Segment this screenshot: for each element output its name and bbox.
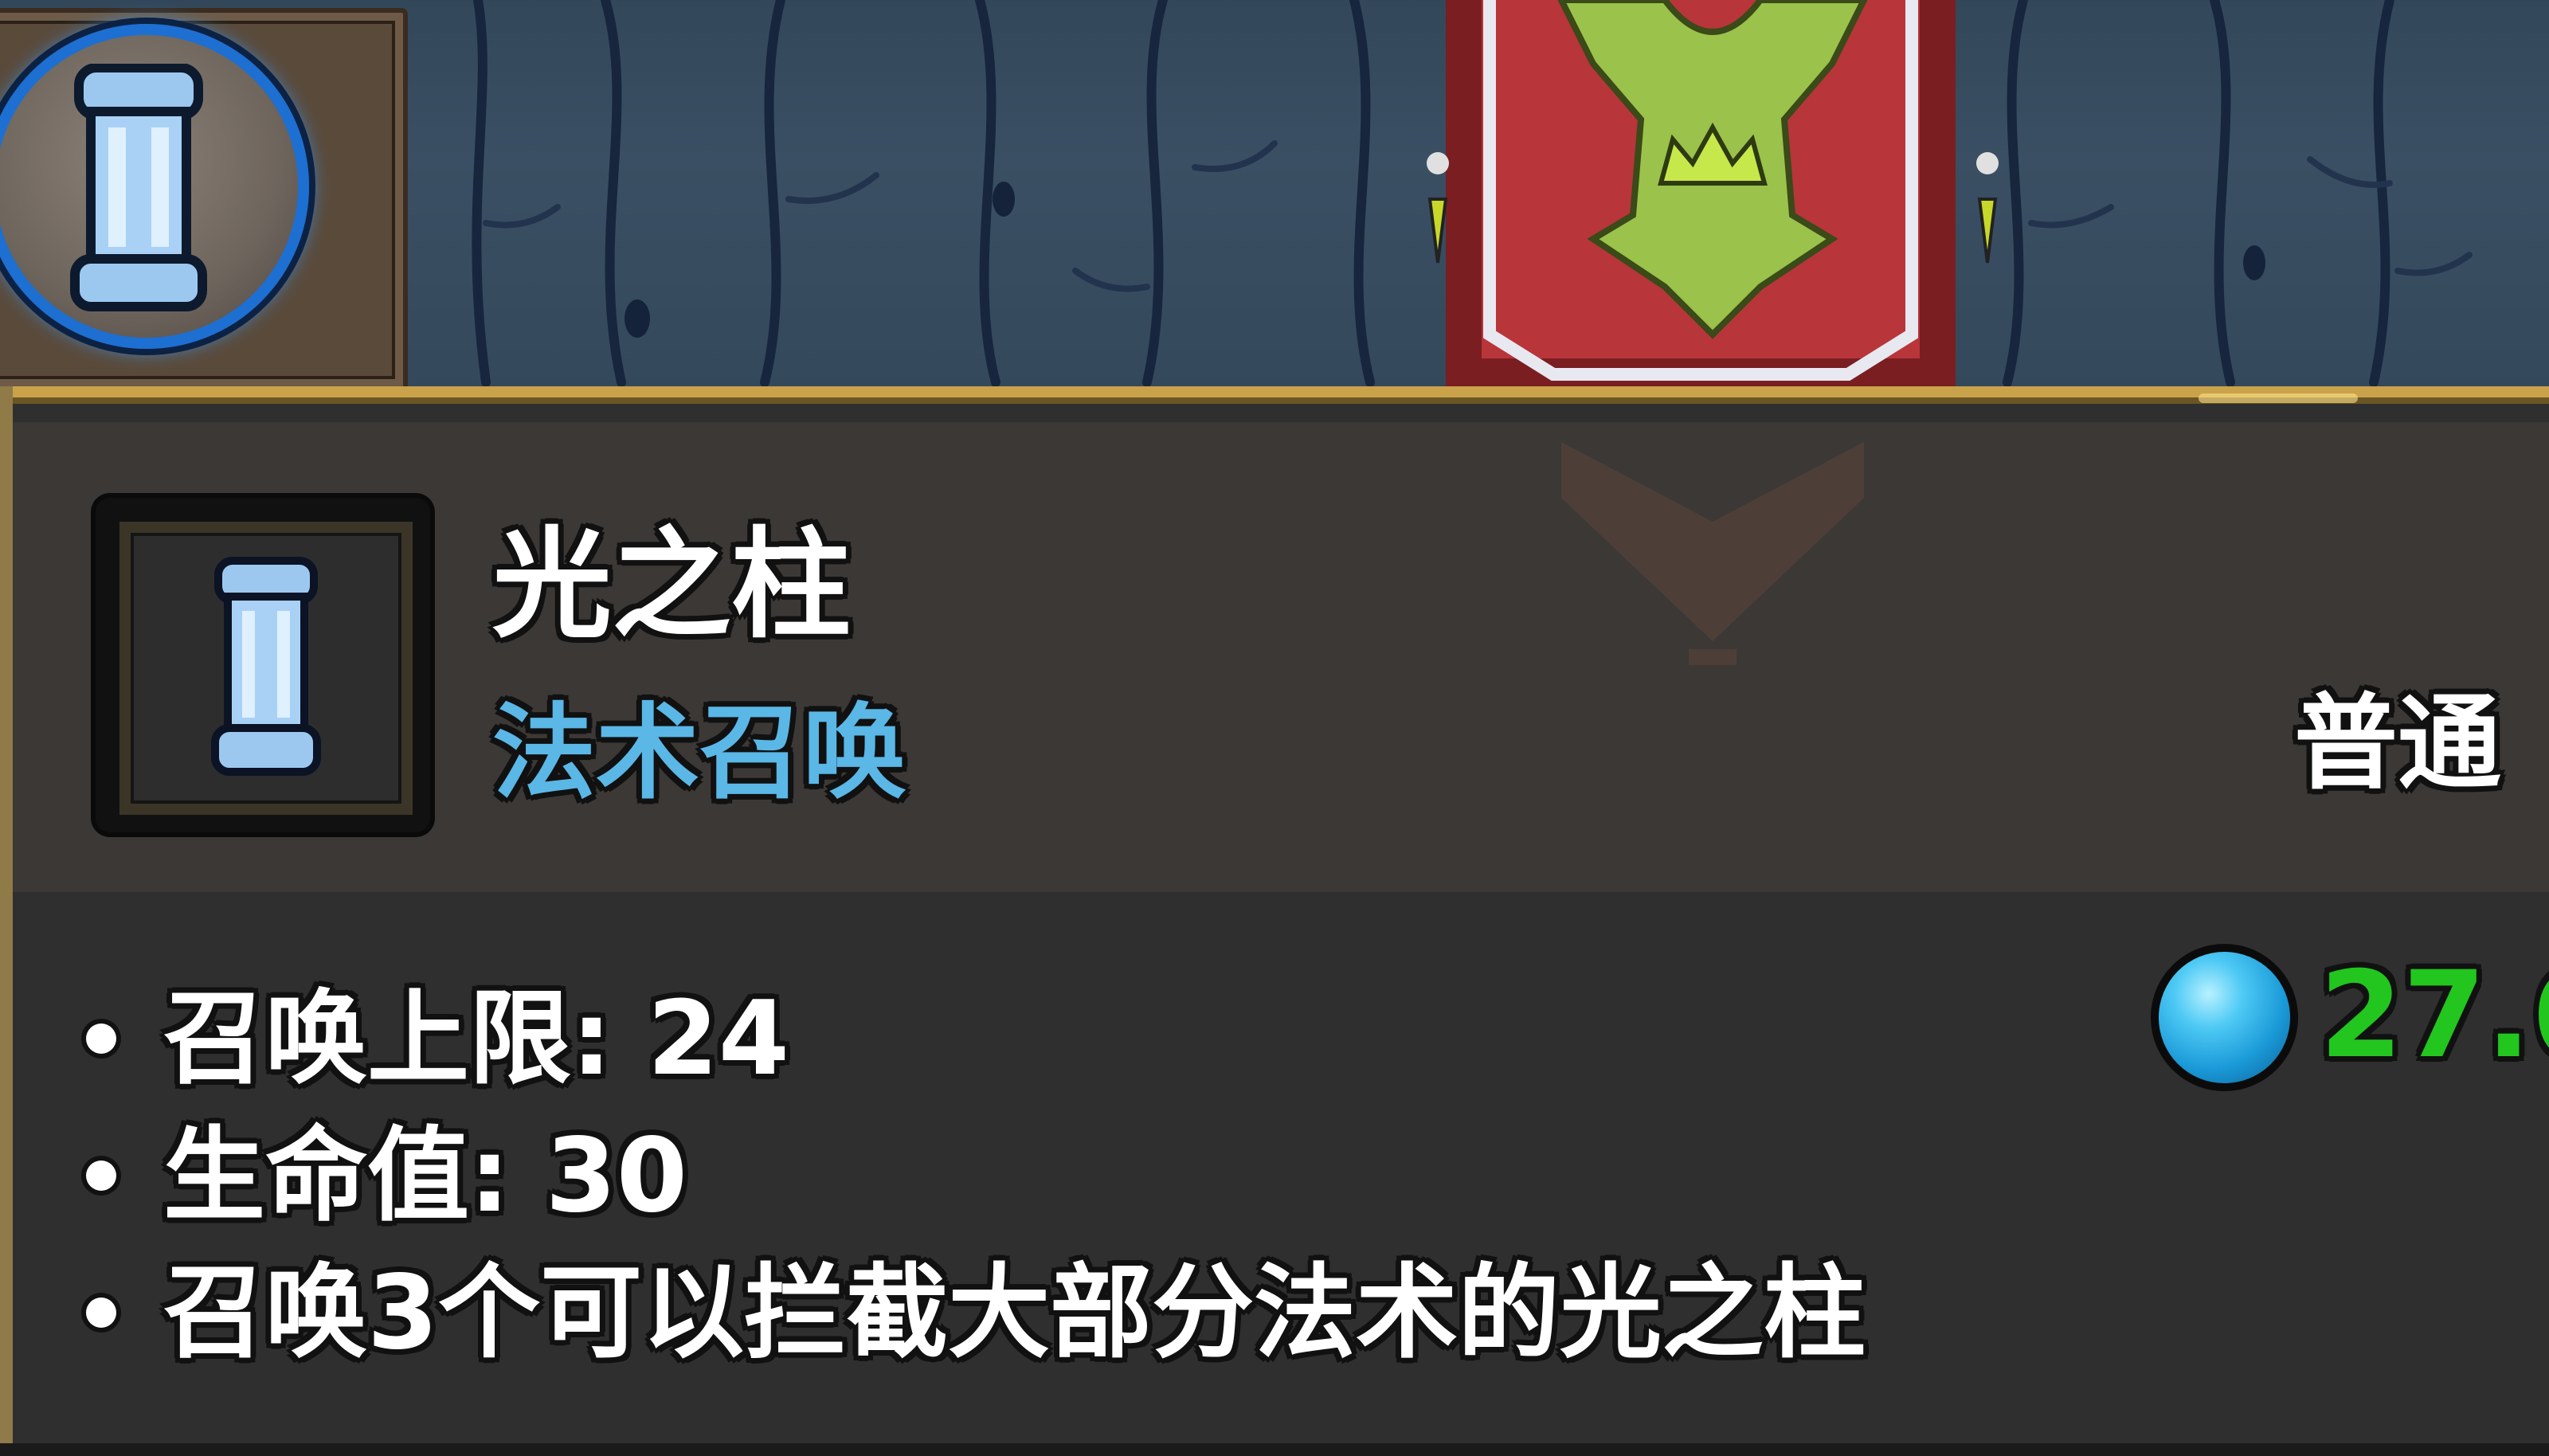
stat-text: 生命值: 30 — [163, 1117, 687, 1235]
game-screen: 光之柱 法术召唤 普通 27.6 召唤上限: 24 生命值: 30 召唤3个可以… — [0, 0, 2549, 1456]
spell-type: 法术召唤 — [492, 692, 907, 813]
header-emblem-icon — [1561, 442, 1864, 665]
panel-border-rail — [0, 386, 13, 1456]
bullet-icon — [86, 1024, 116, 1054]
rarity-label: 普通 — [2294, 683, 2502, 804]
mana-cost: 27.6 — [2320, 946, 2549, 1085]
spell-name: 光之柱 — [492, 516, 852, 655]
card-icon-frame — [119, 522, 413, 815]
stat-item: 召唤3个可以拦截大部分法术的光之柱 — [80, 1254, 1866, 1391]
stat-text: 召唤上限: 24 — [163, 980, 789, 1098]
light-pillar-icon — [211, 557, 321, 776]
stat-text: 召唤3个可以拦截大部分法术的光之柱 — [163, 1254, 1866, 1372]
spell-stats-list: 召唤上限: 24 生命值: 30 召唤3个可以拦截大部分法术的光之柱 — [80, 980, 1866, 1391]
spell-card-icon — [96, 498, 430, 832]
banner-art — [1427, 0, 1999, 386]
bullet-icon — [86, 1297, 116, 1328]
panel-bottom-edge — [0, 1443, 2549, 1456]
stat-item: 生命值: 30 — [80, 1117, 1866, 1254]
light-pillar-icon — [70, 64, 207, 311]
panel-border-highlight — [2199, 393, 2358, 403]
stat-item: 召唤上限: 24 — [80, 980, 1866, 1117]
bullet-icon — [86, 1160, 116, 1191]
mana-orb-icon — [2159, 952, 2290, 1083]
